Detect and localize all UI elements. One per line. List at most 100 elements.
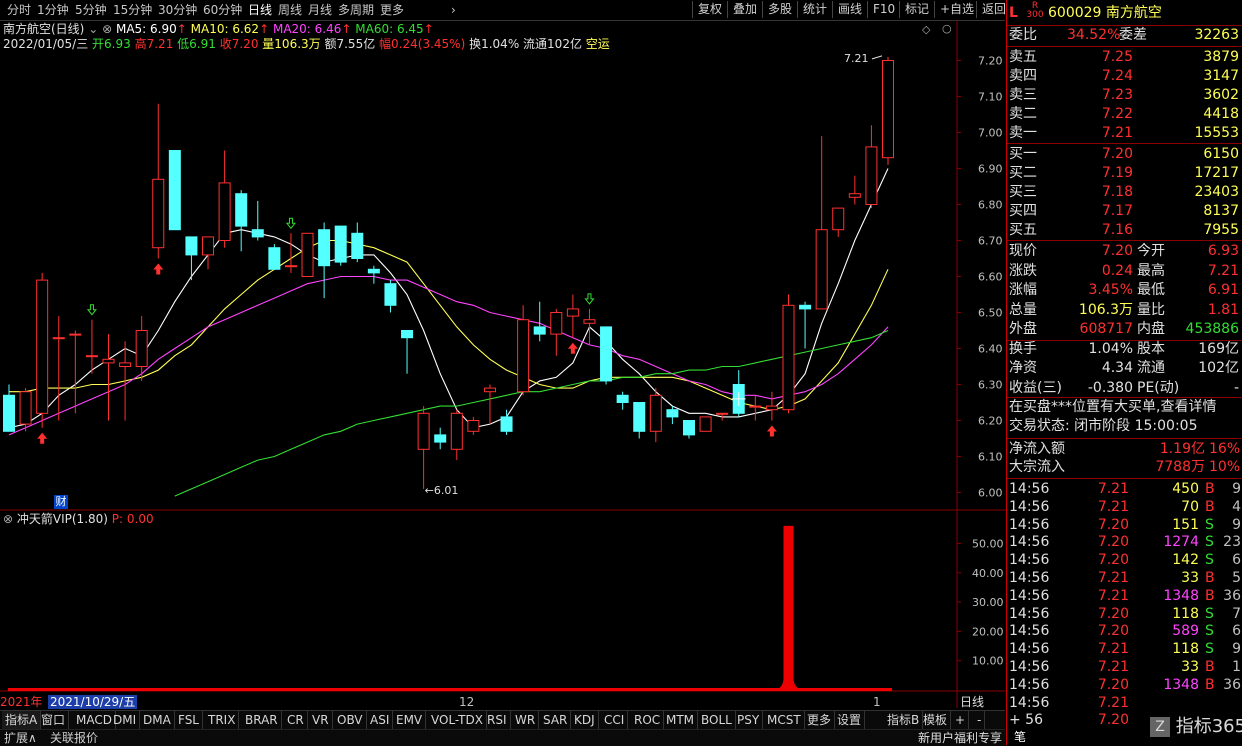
indicator-tab-10[interactable]: OBV bbox=[334, 711, 367, 729]
candle[interactable] bbox=[301, 232, 314, 278]
candle[interactable] bbox=[417, 406, 430, 489]
new-user-promo[interactable]: 新用户福利专享 bbox=[918, 730, 1002, 746]
period-tab-3[interactable]: 15分钟 bbox=[110, 1, 155, 19]
candle[interactable] bbox=[284, 233, 297, 273]
tab-control-0[interactable]: 指标B bbox=[884, 711, 924, 729]
indicator-tab-13[interactable]: VOL-TDX bbox=[428, 711, 487, 729]
period-tab-4[interactable]: 30分钟 bbox=[155, 1, 200, 19]
candle[interactable] bbox=[401, 330, 414, 374]
indicator-tab-22[interactable]: PSY bbox=[734, 711, 764, 729]
finance-marker[interactable]: 财 bbox=[54, 495, 68, 509]
candle[interactable] bbox=[52, 316, 65, 421]
related-quote-button[interactable]: 关联报价 bbox=[50, 730, 98, 746]
period-tab-0[interactable]: 分时 bbox=[4, 1, 34, 19]
candle[interactable] bbox=[467, 416, 480, 435]
candle[interactable] bbox=[749, 395, 762, 421]
candle[interactable] bbox=[235, 190, 248, 252]
candle[interactable] bbox=[185, 236, 198, 281]
tab-control-1[interactable]: 模板 bbox=[920, 711, 952, 729]
indicator-tab-5[interactable]: FSL bbox=[175, 711, 203, 729]
candle[interactable] bbox=[699, 416, 712, 432]
pen-button[interactable]: 笔 bbox=[1014, 729, 1026, 745]
big-order-notice[interactable]: 在买盘***位置有大买单,查看详情 bbox=[1009, 398, 1241, 417]
candle[interactable] bbox=[251, 200, 264, 241]
chevron-down-icon[interactable]: ⌄ bbox=[88, 22, 98, 36]
candle[interactable] bbox=[533, 301, 546, 342]
candle[interactable] bbox=[832, 207, 845, 237]
candle[interactable] bbox=[367, 265, 380, 284]
indicator-tab-11[interactable]: ASI bbox=[367, 711, 394, 729]
indicator-tab-17[interactable]: KDJ bbox=[571, 711, 599, 729]
candle[interactable] bbox=[85, 319, 98, 374]
bid-row[interactable]: 买五 7.16 7955 bbox=[1009, 221, 1241, 240]
candle[interactable] bbox=[848, 175, 861, 205]
indicator-name[interactable]: 冲天箭VIP(1.80) bbox=[17, 512, 108, 526]
candle[interactable] bbox=[633, 402, 646, 439]
ask-row[interactable]: 卖四 7.24 3147 bbox=[1009, 67, 1241, 86]
ask-row[interactable]: 卖一 7.21 15553 bbox=[1009, 124, 1241, 143]
period-tab-2[interactable]: 5分钟 bbox=[72, 1, 110, 19]
indicator-tab-20[interactable]: MTM bbox=[663, 711, 699, 729]
period-tab-5[interactable]: 60分钟 bbox=[200, 1, 245, 19]
candle[interactable] bbox=[135, 316, 148, 381]
candle[interactable] bbox=[69, 330, 82, 414]
candle[interactable] bbox=[600, 326, 613, 385]
candle[interactable] bbox=[765, 391, 778, 421]
period-tab-6[interactable]: 日线 bbox=[245, 1, 275, 19]
indicator-tab-9[interactable]: VR bbox=[309, 711, 333, 729]
r-badge[interactable]: R 300 bbox=[1026, 2, 1043, 20]
indicator-tab-15[interactable]: WR bbox=[512, 711, 540, 729]
diamond-icon[interactable]: ◇ bbox=[922, 23, 930, 36]
indicator-tab-23[interactable]: MCST bbox=[764, 711, 805, 729]
toolbar-button-7[interactable]: +自选 bbox=[934, 1, 979, 18]
tab-control-3[interactable]: - bbox=[974, 711, 986, 729]
candle[interactable] bbox=[583, 308, 596, 345]
period-tab-8[interactable]: 月线 bbox=[305, 1, 335, 19]
candle[interactable] bbox=[550, 308, 563, 356]
candle[interactable] bbox=[450, 409, 463, 461]
candle[interactable] bbox=[483, 384, 496, 425]
candle[interactable] bbox=[566, 294, 579, 338]
candle[interactable] bbox=[682, 420, 695, 439]
indicator-tab-21[interactable]: BOLL bbox=[698, 711, 736, 729]
candle[interactable] bbox=[782, 294, 795, 414]
toolbar-button-6[interactable]: 标记 bbox=[899, 1, 934, 18]
expand-button[interactable]: 扩展∧ bbox=[4, 730, 37, 746]
candle[interactable] bbox=[36, 272, 49, 428]
bid-row[interactable]: 买三 7.18 23403 bbox=[1009, 183, 1241, 202]
candle[interactable] bbox=[815, 136, 828, 310]
bid-row[interactable]: 买二 7.19 17217 bbox=[1009, 164, 1241, 183]
candle[interactable] bbox=[334, 225, 347, 266]
candle[interactable] bbox=[882, 56, 894, 165]
candle[interactable] bbox=[218, 150, 231, 248]
tab-control-2[interactable]: + bbox=[952, 711, 970, 729]
candle[interactable] bbox=[649, 388, 662, 443]
candle[interactable] bbox=[351, 222, 364, 263]
candle[interactable] bbox=[616, 391, 629, 410]
period-tab-10[interactable]: 更多 bbox=[377, 1, 407, 19]
indicator-tab-14[interactable]: RSI bbox=[484, 711, 511, 729]
ask-row[interactable]: 卖二 7.22 4418 bbox=[1009, 105, 1241, 124]
candle[interactable] bbox=[384, 280, 397, 313]
period-tab-9[interactable]: 多周期 bbox=[335, 1, 377, 19]
indicator-tab-19[interactable]: ROC bbox=[631, 711, 665, 729]
toolbar-button-2[interactable]: 多股 bbox=[762, 1, 797, 18]
settings-icon[interactable]: ⊗ bbox=[102, 22, 112, 36]
indicator-tab-7[interactable]: BRAR bbox=[242, 711, 282, 729]
candle[interactable] bbox=[799, 301, 812, 349]
candle[interactable] bbox=[268, 244, 281, 270]
indicator-tab-6[interactable]: TRIX bbox=[205, 711, 240, 729]
chevron-right-icon[interactable]: › bbox=[448, 1, 459, 19]
toolbar-button-1[interactable]: 叠加 bbox=[727, 1, 762, 18]
bid-row[interactable]: 买一 7.20 6150 bbox=[1009, 145, 1241, 164]
l-badge[interactable]: L bbox=[1009, 5, 1018, 21]
indicator-tab-1[interactable]: 窗口 bbox=[38, 711, 70, 729]
candle[interactable] bbox=[119, 341, 132, 421]
candle[interactable] bbox=[168, 150, 181, 231]
period-tab-7[interactable]: 周线 bbox=[275, 1, 305, 19]
kline-chart[interactable]: 7.20 7.10 7.00 6.90 6.80 6.70 6.60 6.50 6.40 6.30… bbox=[0, 20, 1005, 708]
indicator-tab-4[interactable]: DMA bbox=[140, 711, 175, 729]
candle[interactable] bbox=[202, 236, 215, 270]
indicator-tab-25[interactable]: 设置 bbox=[834, 711, 866, 729]
bid-row[interactable]: 买四 7.17 8137 bbox=[1009, 202, 1241, 221]
